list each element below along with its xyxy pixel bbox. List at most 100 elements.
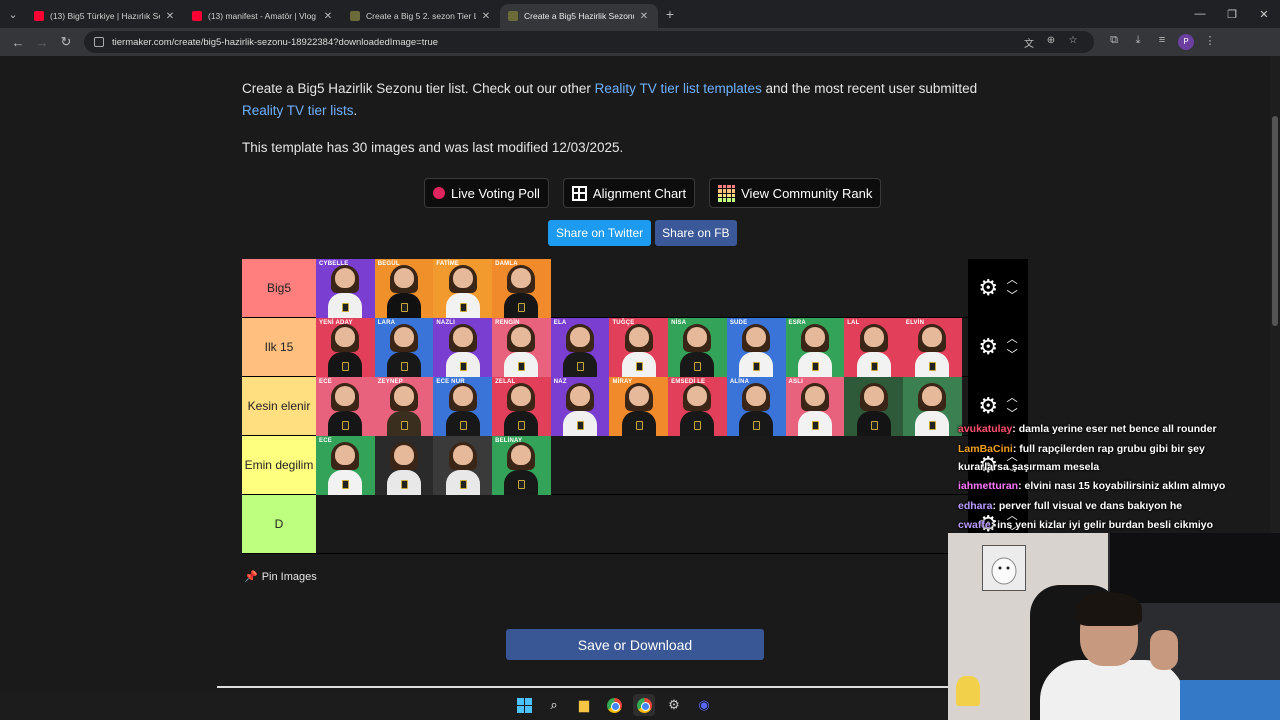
contestant-card[interactable]: ECE NUR [433, 377, 493, 436]
streamer-hand [1150, 630, 1178, 670]
window-controls: — ❐ ✕ [1184, 8, 1280, 21]
contestant-card[interactable]: NAZLI [433, 318, 493, 377]
browser-tab[interactable]: Create a Big 5 2. sezon Tier List ✕ [342, 4, 500, 28]
contestant-card[interactable] [433, 436, 493, 495]
contestant-card[interactable]: BEGÜL [374, 259, 434, 318]
tier-items[interactable]: CYBELLE BEGÜL FATİME DAMLA [316, 259, 968, 318]
close-window-icon[interactable]: ✕ [1248, 8, 1280, 21]
tier-settings-gear-icon[interactable]: ⚙ [978, 395, 998, 417]
address-bar[interactable]: tiermaker.com/create/big5-hazirlik-sezon… [84, 31, 1094, 53]
tier-label[interactable]: Big5 [242, 259, 316, 317]
contestant-card[interactable] [844, 377, 903, 436]
badge-icon [342, 421, 350, 430]
contestant-card[interactable]: NAZ [550, 377, 610, 436]
contestant-card[interactable]: ELVİN [902, 318, 962, 377]
contestant-card[interactable]: ESRA [785, 318, 845, 377]
contestant-card[interactable]: MİRAY [609, 377, 669, 436]
contestant-card[interactable]: ELA [550, 318, 610, 377]
contestant-card[interactable]: NİSA [668, 318, 727, 377]
reload-icon[interactable]: ↻ [54, 30, 78, 54]
browser-tab[interactable]: (13) manifest - Amatör | Vlog - ✕ [184, 4, 342, 28]
contestant-card[interactable]: EMSEDİ LE [668, 377, 727, 436]
contestant-card[interactable]: ZELAL [492, 377, 551, 436]
reality-tv-tier-lists-link[interactable]: Reality TV tier lists [242, 103, 354, 118]
tier-settings-gear-icon[interactable]: ⚙ [978, 277, 998, 299]
close-tab-icon[interactable]: ✕ [480, 11, 492, 22]
contestant-card[interactable]: YENİ ADAY [316, 318, 375, 377]
browser-tab[interactable]: (13) Big5 Türkiye | Hazırlık Sezo ✕ [26, 4, 184, 28]
chevron-up-icon[interactable]: ︿ [1007, 272, 1018, 288]
chrome-active-icon[interactable] [633, 694, 655, 716]
tier-label[interactable]: Kesin elenir [242, 377, 316, 435]
contestant-card[interactable]: BELİNAY [492, 436, 551, 495]
live-voting-button[interactable]: Live Voting Poll [424, 178, 549, 208]
save-download-button[interactable]: Save or Download [506, 629, 764, 660]
reality-tv-templates-link[interactable]: Reality TV tier list templates [595, 81, 762, 96]
contestant-card[interactable]: RENGİN [492, 318, 551, 377]
intro-text-2: and the most recent user submitted [761, 81, 978, 96]
contestant-card[interactable]: ECE [316, 436, 375, 495]
contestant-card[interactable]: FATİME [433, 259, 493, 318]
bookmark-star-icon[interactable]: ☆ [1062, 35, 1084, 50]
scrollbar-thumb[interactable] [1272, 116, 1278, 326]
close-tab-icon[interactable]: ✕ [322, 11, 334, 22]
tier-items[interactable]: YENİ ADAY LARA NAZLI RENGİN ELA TUĞÇE NİSA SUDE… [316, 318, 968, 377]
zoom-icon[interactable]: ⊕ [1040, 35, 1062, 50]
tier-items[interactable]: ECE BELİNAY [316, 436, 968, 495]
site-info-icon[interactable] [94, 37, 104, 47]
forward-icon[interactable]: → [30, 30, 54, 54]
tier-items[interactable] [316, 495, 968, 553]
youtube-icon [34, 11, 44, 21]
reading-list-icon[interactable]: ≡ [1150, 34, 1174, 50]
discord-icon[interactable]: ◉ [693, 694, 715, 716]
new-tab-button[interactable]: + [658, 6, 682, 22]
tier-label[interactable]: D [242, 495, 316, 553]
share-facebook-button[interactable]: Share on FB [655, 220, 737, 246]
tab-search-icon[interactable]: ⌄ [0, 0, 26, 28]
extensions-icon[interactable]: ⧉ [1102, 34, 1126, 50]
contestant-face [394, 445, 415, 465]
share-twitter-button[interactable]: Share on Twitter [548, 220, 652, 246]
chevron-down-icon[interactable]: ﹀ [1007, 347, 1018, 363]
chevron-up-icon[interactable]: ︿ [1007, 331, 1018, 347]
pin-images-toggle[interactable]: 📌 Pin Images [244, 570, 317, 584]
contestant-face [570, 386, 591, 406]
community-rank-button[interactable]: View Community Rank [709, 178, 882, 208]
close-tab-icon[interactable]: ✕ [164, 11, 176, 22]
tier-label[interactable]: Ilk 15 [242, 318, 316, 376]
translate-icon[interactable]: 文 [1018, 35, 1040, 50]
minimize-icon[interactable]: — [1184, 8, 1216, 21]
contestant-card[interactable]: LARA [374, 318, 434, 377]
tier-settings-gear-icon[interactable]: ⚙ [978, 336, 998, 358]
alignment-chart-button[interactable]: Alignment Chart [562, 178, 696, 208]
profile-avatar[interactable]: P [1178, 34, 1194, 50]
contestant-card[interactable]: CYBELLE [316, 259, 375, 318]
chevron-up-icon[interactable]: ︿ [1007, 390, 1018, 406]
tier-items[interactable]: ECE ZEYNEP ECE NUR ZELAL NAZ MİRAY EMSEDİ LE AL… [316, 377, 968, 436]
contestant-card[interactable] [902, 377, 962, 436]
badge-icon [342, 303, 350, 312]
download-icon[interactable]: ⤓ [1126, 34, 1150, 50]
tier-label[interactable]: Emin degilim [242, 436, 316, 494]
contestant-card[interactable]: ASLI [785, 377, 845, 436]
contestant-card[interactable]: DAMLA [492, 259, 551, 318]
contestant-card[interactable]: LAL [844, 318, 903, 377]
contestant-card[interactable]: ECE [316, 377, 375, 436]
contestant-name: ZEYNEP [377, 379, 403, 385]
settings-icon[interactable]: ⚙ [663, 694, 685, 716]
file-explorer-icon[interactable]: ▆ [573, 694, 595, 716]
close-tab-icon[interactable]: ✕ [638, 11, 650, 22]
menu-kebab-icon[interactable]: ⋮ [1198, 34, 1222, 50]
windows-start-icon[interactable] [513, 694, 535, 716]
contestant-card[interactable]: SUDE [726, 318, 786, 377]
browser-tab[interactable]: Create a Big5 Hazirlik Sezonu T ✕ [500, 4, 658, 28]
contestant-card[interactable]: ALİNA [726, 377, 786, 436]
search-icon[interactable]: ⌕ [543, 694, 565, 716]
contestant-card[interactable] [374, 436, 434, 495]
back-icon[interactable]: ← [6, 30, 30, 54]
restore-icon[interactable]: ❐ [1216, 8, 1248, 21]
chevron-down-icon[interactable]: ﹀ [1007, 288, 1018, 304]
chrome-icon[interactable] [603, 694, 625, 716]
contestant-card[interactable]: TUĞÇE [609, 318, 669, 377]
contestant-card[interactable]: ZEYNEP [374, 377, 434, 436]
